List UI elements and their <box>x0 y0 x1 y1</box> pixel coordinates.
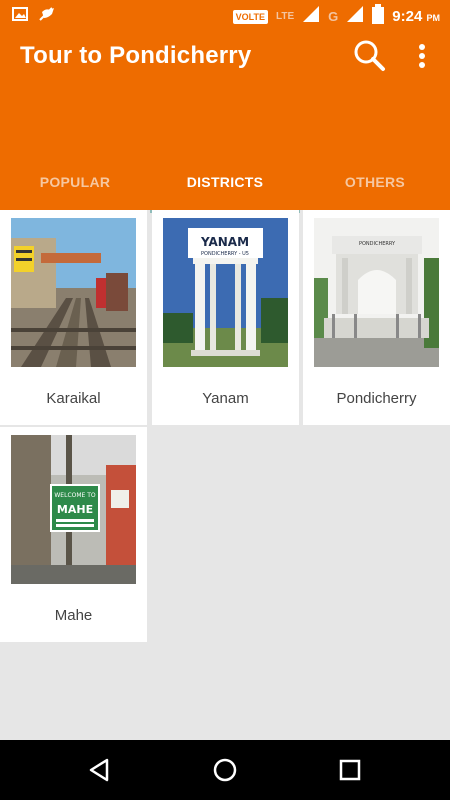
tab-bar: POPULAR DISTRICTS OTHERS <box>0 154 450 213</box>
district-card-pondicherry[interactable]: PONDICHERRY Pondicherry <box>303 210 450 425</box>
district-card-karaikal[interactable]: Karaikal <box>0 210 147 425</box>
overflow-menu-button[interactable] <box>410 40 434 72</box>
status-bar: VOLTE LTE G 9:24 PM <box>0 0 450 30</box>
mahe-image: WELCOME TO MAHE <box>11 435 136 584</box>
district-name: Mahe <box>54 607 93 624</box>
pondicherry-sign-text: PONDICHERRY <box>359 241 396 247</box>
more-vert-icon <box>410 44 434 76</box>
search-button[interactable] <box>352 38 388 74</box>
pondicherry-image: PONDICHERRY <box>314 218 439 367</box>
back-button[interactable] <box>85 755 115 785</box>
home-circle-icon <box>210 758 240 789</box>
district-card-mahe[interactable]: WELCOME TO MAHE Mahe <box>0 427 147 642</box>
volte-badge: VOLTE <box>232 9 269 24</box>
district-name: Yanam <box>202 390 249 407</box>
signal-icon-2 <box>346 5 364 28</box>
tab-others[interactable]: OTHERS <box>300 154 450 210</box>
lte-label: LTE <box>276 11 295 22</box>
home-button[interactable] <box>210 755 240 785</box>
system-navigation-bar <box>0 740 450 800</box>
g-network-label: G <box>328 9 339 24</box>
back-triangle-icon <box>85 758 115 789</box>
recents-button[interactable] <box>335 755 365 785</box>
recents-square-icon <box>335 759 365 789</box>
yanam-sign-text: YANAM <box>200 235 249 249</box>
yanam-sign-sub: PONDICHERRY - U5 <box>201 251 249 257</box>
signal-icon-1 <box>302 5 320 28</box>
mahe-sign-text: MAHE <box>57 503 93 516</box>
battery-icon <box>372 4 385 29</box>
tab-popular[interactable]: POPULAR <box>0 154 150 210</box>
mahe-sign-top: WELCOME TO <box>54 492 96 499</box>
gallery-icon <box>12 7 28 26</box>
district-card-yanam[interactable]: YANAM PONDICHERRY - U5 Yanam <box>152 210 299 425</box>
clock: 9:24 PM <box>392 8 440 25</box>
missed-call-icon <box>38 6 56 27</box>
district-name: Pondicherry <box>336 390 417 407</box>
district-name: Karaikal <box>46 390 101 407</box>
search-icon <box>352 40 388 78</box>
app-title: Tour to Pondicherry <box>20 42 252 69</box>
app-bar: Tour to Pondicherry POPULAR DISTRICTS OT… <box>0 30 450 213</box>
karaikal-image <box>11 218 136 367</box>
tab-districts[interactable]: DISTRICTS <box>150 154 300 213</box>
yanam-image: YANAM PONDICHERRY - U5 <box>163 218 288 367</box>
